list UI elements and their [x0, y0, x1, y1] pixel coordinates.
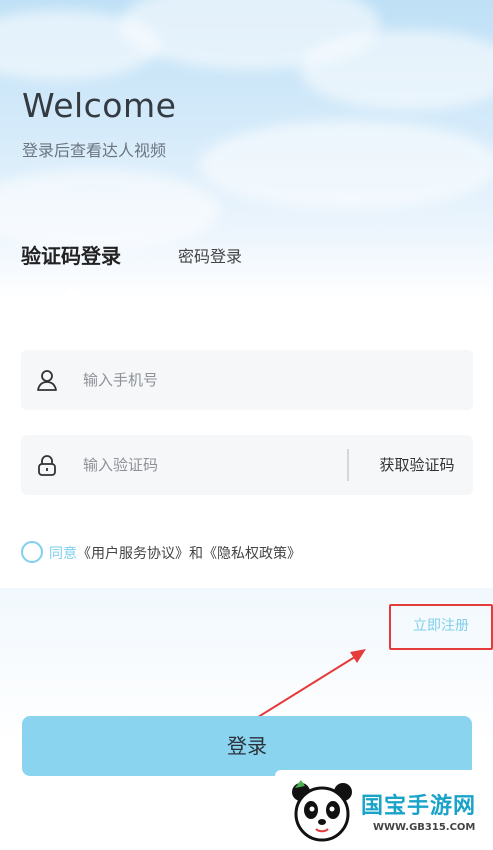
agreement-checkbox[interactable] [21, 541, 43, 563]
policy-links[interactable]: 《用户服务协议》和《隐私权政策》 [77, 546, 301, 562]
welcome-title: Welcome [22, 86, 177, 125]
watermark: 国宝手游网 WWW.GB315.COM [275, 770, 493, 850]
active-tab-indicator [62, 287, 82, 297]
watermark-url: WWW.GB315.COM [373, 822, 476, 833]
phone-input[interactable] [83, 350, 277, 410]
agree-label[interactable]: 同意 [49, 546, 77, 562]
agreement-text: 同意《用户服务协议》和《隐私权政策》 [49, 543, 301, 563]
highlight-box [389, 604, 493, 650]
welcome-subtitle: 登录后查看达人视频 [22, 141, 167, 160]
get-code-button[interactable]: 获取验证码 [361, 435, 473, 495]
code-input[interactable] [83, 435, 333, 495]
lock-icon [38, 455, 56, 476]
tab-sms-login[interactable]: 验证码登录 [21, 240, 121, 269]
code-field[interactable]: 获取验证码 [21, 435, 473, 495]
user-icon [37, 370, 57, 391]
panda-logo-icon [292, 780, 352, 842]
login-button[interactable]: 登录 [22, 716, 472, 776]
field-divider [347, 449, 349, 481]
phone-field[interactable] [21, 350, 473, 410]
tab-password-login[interactable]: 密码登录 [178, 243, 242, 267]
watermark-brand: 国宝手游网 [361, 794, 477, 819]
